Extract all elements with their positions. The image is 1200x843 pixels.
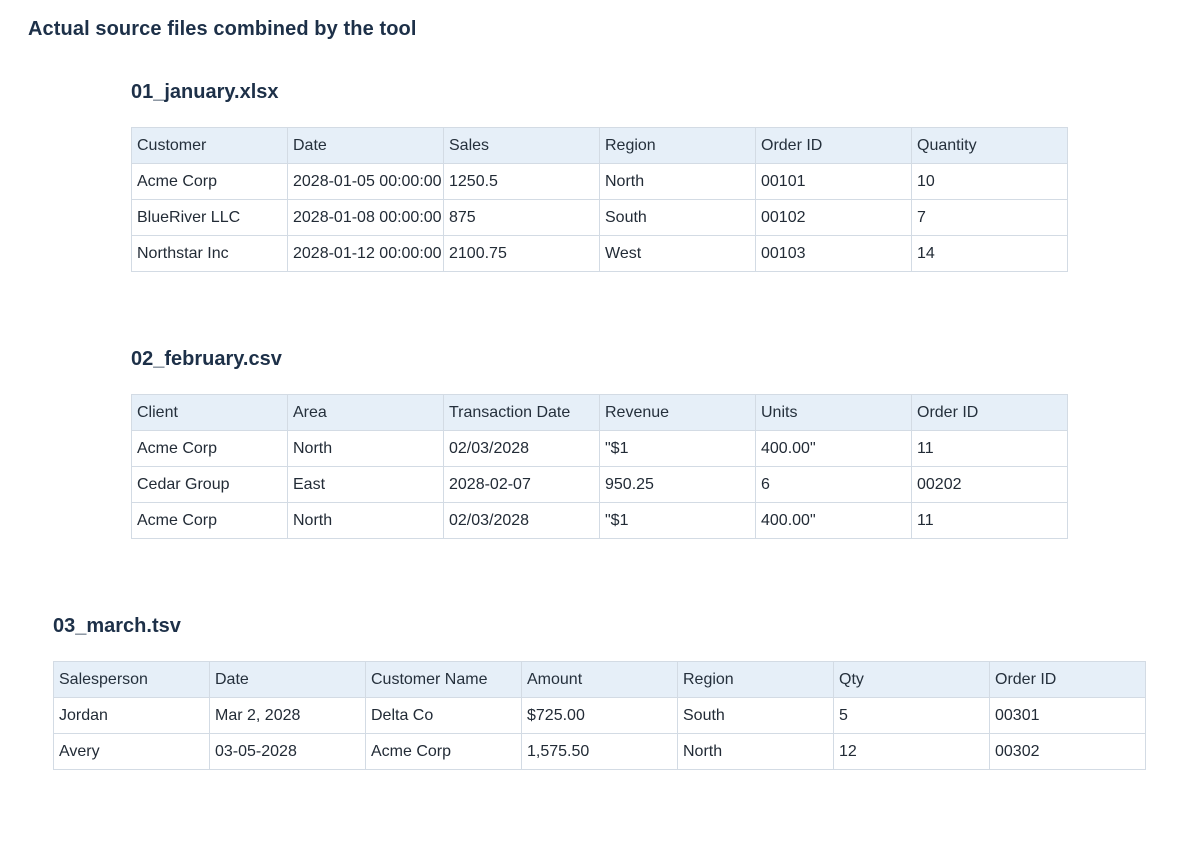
table-cell: 400.00" (755, 502, 912, 539)
table-cell: Cedar Group (131, 466, 288, 503)
column-header: Sales (443, 127, 600, 164)
table-cell: 950.25 (599, 466, 756, 503)
table-cell: Acme Corp (131, 502, 288, 539)
table-row: Cedar Group East 2028-02-07 950.25 6 00202 (131, 466, 1068, 503)
table-cell: Acme Corp (131, 430, 288, 467)
table-cell: 02/03/2028 (443, 430, 600, 467)
table-cell: 12 (833, 733, 990, 770)
file-section-january: 01_january.xlsx Customer Date Sales Region O… (131, 80, 1068, 272)
column-header: Date (287, 127, 444, 164)
column-header: Order ID (989, 661, 1146, 698)
column-header: Region (677, 661, 834, 698)
table-cell: 6 (755, 466, 912, 503)
table-row: Acme Corp 2028-01-05 00:00:00 1250.5 North 0… (131, 163, 1068, 200)
source-table: Salesperson Date Customer Name Amount Region… (53, 661, 1146, 770)
table-header-row: Salesperson Date Customer Name Amount Region… (53, 661, 1146, 698)
table-cell: "$1 (599, 502, 756, 539)
column-header: Salesperson (53, 661, 210, 698)
table-cell: North (287, 430, 444, 467)
table-cell: 00301 (989, 697, 1146, 734)
table-cell: 00202 (911, 466, 1068, 503)
table-cell: North (599, 163, 756, 200)
table-cell: 11 (911, 502, 1068, 539)
table-cell: Mar 2, 2028 (209, 697, 366, 734)
column-header: Revenue (599, 394, 756, 431)
table-cell: Acme Corp (131, 163, 288, 200)
table-cell: 2028-01-08 00:00:00 (287, 199, 444, 236)
table-cell: South (677, 697, 834, 734)
table-cell: 00103 (755, 235, 912, 272)
table-cell: 02/03/2028 (443, 502, 600, 539)
table-cell: North (677, 733, 834, 770)
table-cell: 2100.75 (443, 235, 600, 272)
column-header: Quantity (911, 127, 1068, 164)
table-cell: 00102 (755, 199, 912, 236)
table-row: BlueRiver LLC 2028-01-08 00:00:00 875 South… (131, 199, 1068, 236)
table-cell: 2028-01-05 00:00:00 (287, 163, 444, 200)
table-cell: Delta Co (365, 697, 522, 734)
column-header: Customer Name (365, 661, 522, 698)
table-cell: East (287, 466, 444, 503)
table-cell: 7 (911, 199, 1068, 236)
column-header: Region (599, 127, 756, 164)
table-header-row: Customer Date Sales Region Order ID Quantity (131, 127, 1068, 164)
table-cell: Acme Corp (365, 733, 522, 770)
table-row: Jordan Mar 2, 2028 Delta Co $725.00 South 5 00… (53, 697, 1146, 734)
table-cell: South (599, 199, 756, 236)
column-header: Amount (521, 661, 678, 698)
column-header: Order ID (911, 394, 1068, 431)
table-cell: 2028-02-07 (443, 466, 600, 503)
column-header: Qty (833, 661, 990, 698)
column-header: Date (209, 661, 366, 698)
source-table: Client Area Transaction Date Revenue Units Or… (131, 394, 1068, 539)
table-cell: 875 (443, 199, 600, 236)
table-cell: "$1 (599, 430, 756, 467)
column-header: Area (287, 394, 444, 431)
column-header: Client (131, 394, 288, 431)
table-cell: Jordan (53, 697, 210, 734)
table-row: Northstar Inc 2028-01-12 00:00:00 2100.75 W… (131, 235, 1068, 272)
table-cell: 1,575.50 (521, 733, 678, 770)
column-header: Units (755, 394, 912, 431)
table-cell: 11 (911, 430, 1068, 467)
table-cell: $725.00 (521, 697, 678, 734)
table-cell: 14 (911, 235, 1068, 272)
table-cell: Avery (53, 733, 210, 770)
table-cell: 400.00" (755, 430, 912, 467)
column-header: Customer (131, 127, 288, 164)
table-row: Acme Corp North 02/03/2028 "$1 400.00" 11 (131, 430, 1068, 467)
table-cell: 10 (911, 163, 1068, 200)
source-table: Customer Date Sales Region Order ID Quantity … (131, 127, 1068, 272)
table-header-row: Client Area Transaction Date Revenue Units Or… (131, 394, 1068, 431)
table-cell: West (599, 235, 756, 272)
file-section-february: 02_february.csv Client Area Transaction Da… (131, 347, 1068, 539)
table-row: Acme Corp North 02/03/2028 "$1 400.00" 11 (131, 502, 1068, 539)
table-cell: 00101 (755, 163, 912, 200)
table-cell: 5 (833, 697, 990, 734)
file-title: 03_march.tsv (53, 615, 181, 637)
table-cell: 2028-01-12 00:00:00 (287, 235, 444, 272)
file-title: 02_february.csv (131, 348, 282, 370)
table-row: Avery 03-05-2028 Acme Corp 1,575.50 North 12 0… (53, 733, 1146, 770)
table-cell: 1250.5 (443, 163, 600, 200)
table-cell: 03-05-2028 (209, 733, 366, 770)
column-header: Order ID (755, 127, 912, 164)
table-cell: 00302 (989, 733, 1146, 770)
page-title: Actual source files combined by the tool (28, 18, 417, 40)
column-header: Transaction Date (443, 394, 600, 431)
file-section-march: 03_march.tsv Salesperson Date Customer Nam… (53, 614, 1146, 770)
file-title: 01_january.xlsx (131, 81, 279, 103)
table-cell: BlueRiver LLC (131, 199, 288, 236)
table-cell: North (287, 502, 444, 539)
table-cell: Northstar Inc (131, 235, 288, 272)
